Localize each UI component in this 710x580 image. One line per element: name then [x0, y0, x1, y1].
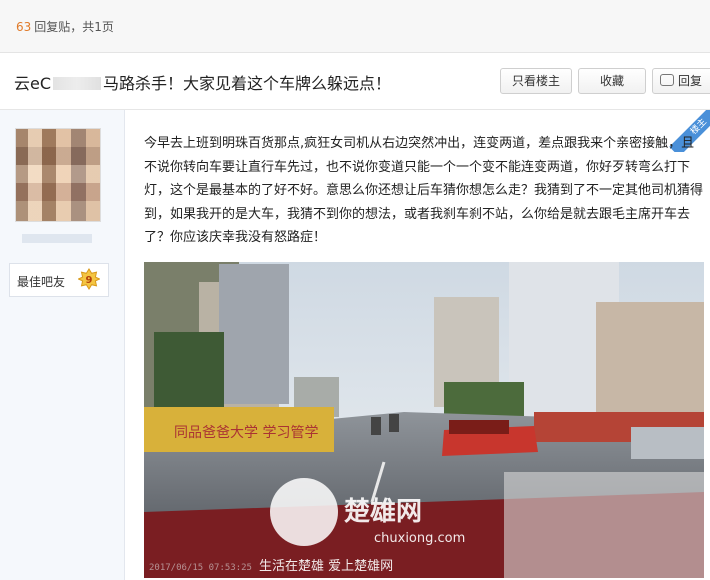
reply-button-label: 回复: [678, 74, 703, 88]
only-author-button[interactable]: 只看楼主: [500, 68, 572, 94]
white-car: [631, 427, 704, 459]
honor-badge-label: 最佳吧友: [17, 275, 66, 289]
author-sidebar: 最佳吧友 9: [0, 110, 125, 580]
pixelated-object: [504, 472, 704, 578]
reply-count-label: 回复贴，共1页: [34, 20, 114, 34]
dashcam-photo[interactable]: 同品爸爸大学 学习管学 楚雄网 chuxiong.com 生活在楚雄 爱上楚雄网…: [144, 262, 704, 578]
left-trees: [154, 332, 224, 412]
watermark-logo-icon: [270, 478, 338, 546]
scooter: [389, 414, 399, 432]
username-blurred[interactable]: [22, 234, 92, 243]
left-tower: [219, 264, 289, 404]
pagination-bar: 63 回复贴，共1页: [0, 0, 710, 53]
thread-title: 云eC 马路杀手！大家见着这个车牌么躲远点！: [14, 70, 391, 94]
reply-count: 63: [16, 20, 32, 34]
watermark-slogan: 生活在楚雄 爱上楚雄网: [259, 559, 393, 574]
scooter: [371, 417, 381, 435]
watermark-logo-text: 楚雄网: [344, 497, 422, 527]
level-number: 9: [86, 275, 93, 286]
shop-sign-text: 同品爸爸大学 学习管学: [174, 425, 318, 441]
red-car-roof: [449, 420, 509, 434]
level-badge-icon: 9: [78, 268, 100, 290]
reply-bubble-icon: [660, 74, 674, 86]
license-plate-blur: [53, 77, 102, 90]
thread-title-suffix: 马路杀手！大家见着这个车牌么躲远点！: [103, 74, 392, 93]
thread-title-bar: 云eC 马路杀手！大家见着这个车牌么躲远点！ 只看楼主 收藏 回复: [0, 53, 710, 110]
thread-title-prefix: 云eC: [14, 74, 52, 93]
reply-button[interactable]: 回复: [652, 68, 710, 94]
dashcam-timestamp: 2017/06/15 07:53:25: [149, 563, 252, 573]
post-body: 今早去上班到明珠百货那点,疯狂女司机从右边突然冲出，连变两道，差点跟我来个亲密接…: [144, 136, 704, 245]
avatar[interactable]: [15, 128, 101, 222]
watermark-url: chuxiong.com: [374, 531, 465, 546]
post-content: 楼主 今早去上班到明珠百货那点,疯狂女司机从右边突然冲出，连变两道，差点跟我来个…: [125, 110, 710, 580]
honor-badge[interactable]: 最佳吧友 9: [9, 263, 109, 297]
reply-count-text: 63 回复贴，共1页: [16, 18, 114, 35]
favorite-button[interactable]: 收藏: [578, 68, 646, 94]
